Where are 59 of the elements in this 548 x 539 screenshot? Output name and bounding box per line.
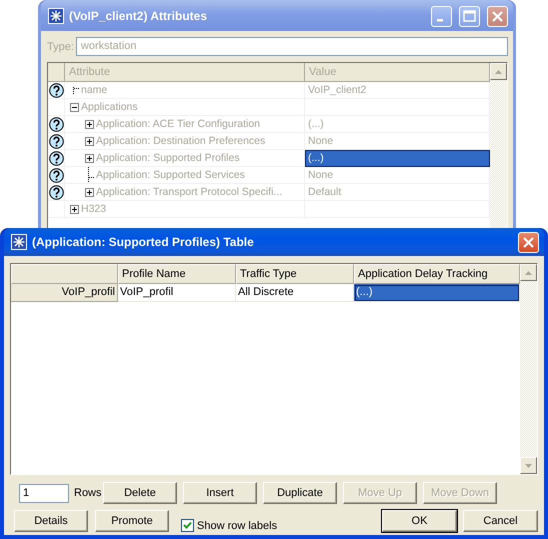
tree-line — [73, 87, 79, 94]
scroll-down-button[interactable] — [520, 457, 537, 474]
attribute-name: Application: Destination Preferences — [96, 135, 266, 147]
rows-field[interactable]: 1 — [19, 484, 69, 502]
scroll-up-button[interactable] — [520, 264, 537, 281]
collapse-icon[interactable] — [70, 102, 79, 112]
column-header[interactable]: Application Delay Tracking — [354, 264, 520, 284]
attribute-name: name — [81, 84, 108, 96]
expand-icon[interactable] — [85, 120, 94, 128]
up-arrow-icon — [495, 70, 502, 74]
checkbox-label[interactable]: Show row labels — [197, 520, 278, 532]
attribute-name: H323 — [81, 203, 106, 215]
attribute-name: Application: Transport Protocol Specifi... — [96, 186, 282, 198]
dialog-button[interactable]: Promote — [95, 510, 169, 532]
rows-label: Rows — [73, 487, 103, 499]
help-icon[interactable] — [48, 82, 64, 98]
scroll-up-button[interactable] — [490, 63, 507, 80]
dialog-button[interactable]: Insert — [183, 482, 257, 504]
attribute-name: Application: Supported Services — [96, 169, 245, 181]
close-button[interactable] — [487, 6, 508, 26]
help-icon[interactable] — [48, 150, 64, 166]
tree-line — [88, 167, 94, 183]
column-header[interactable]: Profile Name — [118, 264, 236, 284]
attribute-name: Application: Supported Profiles — [96, 152, 240, 164]
window-title: (VoIP_client2) Attributes — [69, 9, 208, 23]
dialog-button[interactable]: OK — [382, 510, 457, 532]
row-label[interactable]: VoIP_profil — [11, 284, 118, 302]
attribute-name: Application: ACE Tier Configuration — [96, 118, 260, 130]
close-icon — [521, 234, 536, 250]
app-icon — [48, 8, 64, 24]
maximize-icon — [462, 8, 477, 24]
close-button[interactable] — [518, 232, 539, 252]
expand-icon[interactable] — [70, 204, 79, 214]
window-title: (Application: Supported Profiles) Table — [32, 235, 255, 249]
table-cell[interactable]: (...) — [354, 284, 520, 302]
type-label: Type: — [47, 40, 74, 52]
dialog-button[interactable]: Delete — [103, 482, 177, 504]
value-cell[interactable] — [305, 99, 490, 116]
help-icon[interactable] — [48, 134, 64, 148]
expand-icon[interactable] — [85, 188, 94, 196]
up-arrow-icon — [525, 270, 532, 274]
value-cell[interactable]: (...) — [305, 150, 490, 167]
expand-icon[interactable] — [85, 136, 94, 146]
help-icon[interactable] — [48, 184, 64, 200]
value-cell[interactable] — [305, 201, 490, 218]
close-icon — [490, 8, 505, 24]
attribute-name: Applications — [81, 101, 138, 113]
dialog-button[interactable]: Duplicate — [263, 482, 337, 504]
dialog-button[interactable]: Details — [14, 510, 88, 532]
app-icon — [11, 234, 27, 250]
help-icon[interactable] — [48, 116, 64, 132]
header-cell — [48, 63, 65, 82]
dialog-button[interactable]: Cancel — [463, 510, 538, 532]
column-header[interactable]: Traffic Type — [236, 264, 354, 284]
checkbox[interactable] — [181, 519, 194, 532]
help-icon[interactable] — [48, 168, 64, 182]
expand-icon[interactable] — [85, 154, 94, 162]
down-arrow-icon — [525, 464, 532, 468]
minimize-icon — [436, 18, 442, 22]
